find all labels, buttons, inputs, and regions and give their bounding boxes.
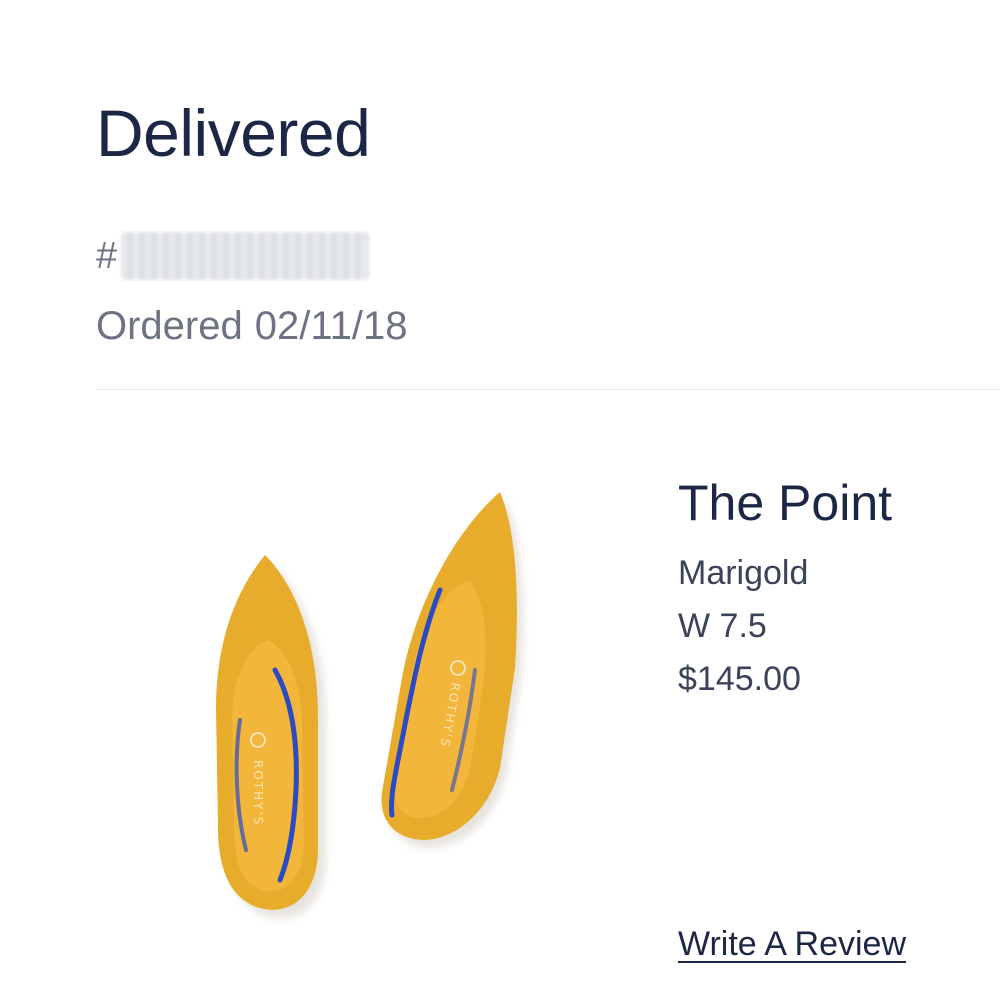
- order-date: Ordered 02/11/18: [96, 306, 407, 346]
- section-divider: [96, 389, 1000, 390]
- product-color: Marigold: [678, 554, 809, 592]
- product-name[interactable]: The Point: [678, 478, 892, 528]
- order-number-redacted: [121, 232, 370, 280]
- order-date-value: 02/11/18: [254, 304, 408, 348]
- product-size: W 7.5: [678, 607, 767, 645]
- order-date-label: Ordered: [96, 304, 243, 348]
- write-review-link[interactable]: Write A Review: [678, 925, 906, 963]
- left-insole-brand: ROTHY'S: [251, 760, 265, 826]
- product-image: ROTHY'S ROTHY'S: [170, 470, 550, 950]
- order-detail-page: Delivered # Ordered 02/11/18 ROTHY'S ROT…: [0, 0, 1000, 1000]
- product-price: $145.00: [678, 660, 801, 698]
- order-number: #: [96, 230, 370, 282]
- shoe-photo-icon: ROTHY'S ROTHY'S: [216, 492, 523, 919]
- order-status-title: Delivered: [96, 96, 371, 170]
- order-number-prefix: #: [96, 235, 118, 277]
